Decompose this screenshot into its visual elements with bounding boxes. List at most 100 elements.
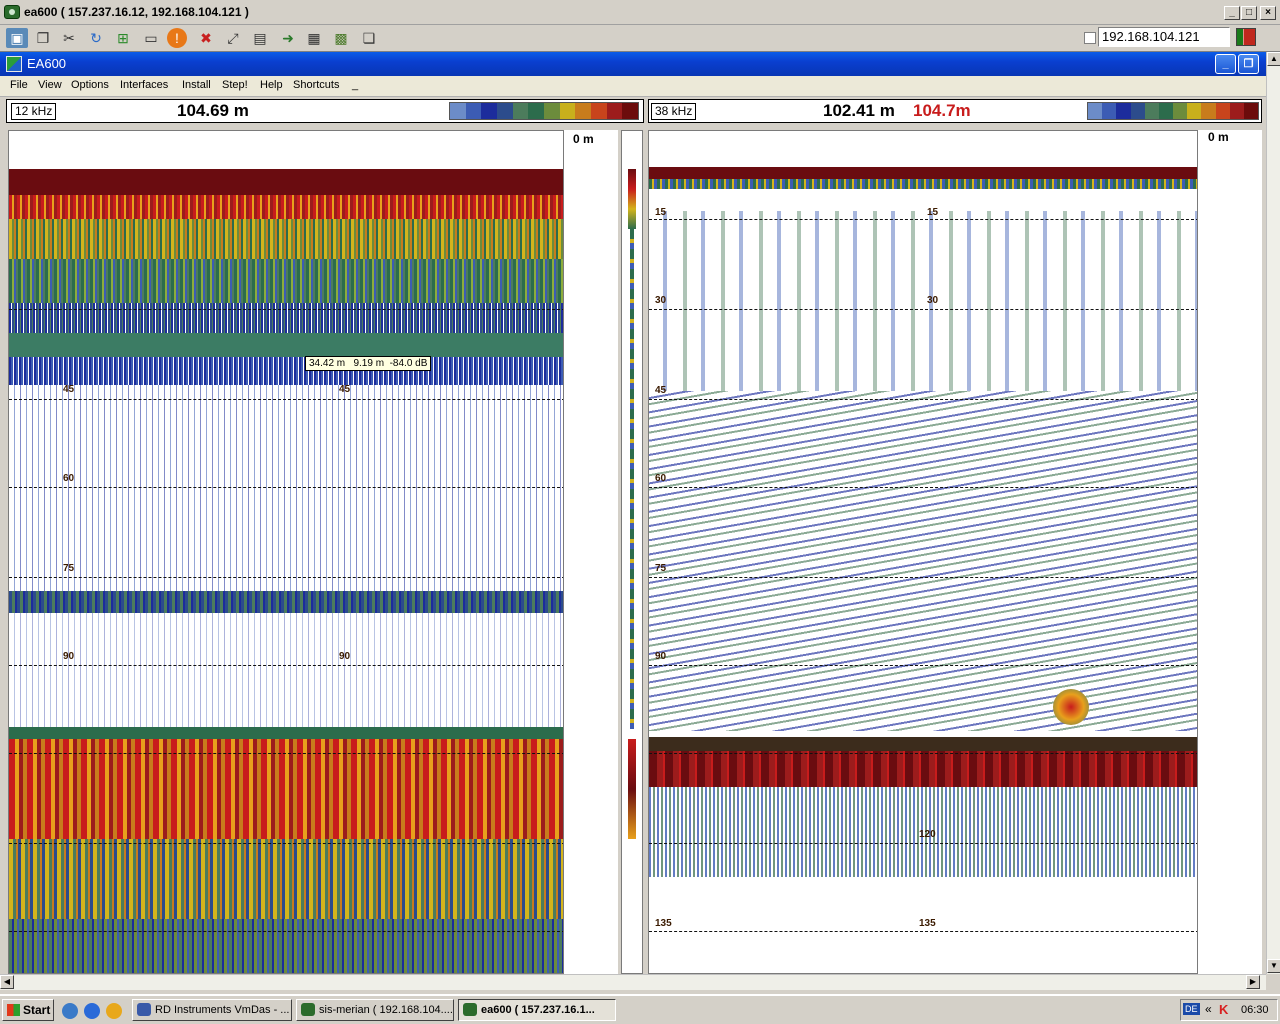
scroll-left-arrow-icon[interactable]: ◀ xyxy=(0,975,14,989)
right-depth-alert: 104.7m xyxy=(913,101,971,120)
monitor-icon[interactable]: ▣ xyxy=(6,28,28,48)
tray-expand-icon[interactable]: « xyxy=(1205,1002,1212,1016)
desktop-icon[interactable] xyxy=(62,1003,78,1019)
language-indicator[interactable]: DE xyxy=(1183,1003,1200,1015)
antivirus-icon[interactable]: K xyxy=(1219,1002,1228,1017)
clock[interactable]: 06:30 xyxy=(1241,1004,1269,1016)
right-grid-label-75: 75 xyxy=(655,563,667,574)
ea600-title-bar: EA600 _ ❐ xyxy=(0,52,1266,76)
right-range-top: 0 m xyxy=(1208,130,1229,144)
left-range-top: 0 m xyxy=(573,132,594,146)
right-grid-label-60: 60 xyxy=(655,473,667,484)
tools-icon[interactable]: ✂ xyxy=(58,28,80,48)
right-grid-label-15b: 15 xyxy=(927,207,939,218)
color-scale-swatch xyxy=(591,103,607,119)
menu-file[interactable]: File xyxy=(10,79,28,91)
start-button[interactable]: Start xyxy=(2,999,54,1021)
color-scale-swatch xyxy=(1173,103,1188,119)
menu-interfaces[interactable]: Interfaces xyxy=(120,79,168,91)
right-grid-label-15: 15 xyxy=(655,207,667,218)
right-grid-label-30: 30 xyxy=(655,295,667,306)
color-scale-swatch xyxy=(1201,103,1216,119)
vertical-scrollbar[interactable]: ▲ ▼ xyxy=(1266,52,1280,974)
menu-shortcuts[interactable]: Shortcuts xyxy=(293,79,339,91)
color-scale-swatch xyxy=(1102,103,1117,119)
left-color-scale[interactable] xyxy=(449,102,639,120)
refresh-icon[interactable]: ↻ xyxy=(85,28,107,48)
scroll-down-arrow-icon[interactable]: ▼ xyxy=(1267,959,1280,973)
task-ea600-label: ea600 ( 157.237.16.1... xyxy=(481,1004,595,1016)
disconnect-icon[interactable]: ✖ xyxy=(195,28,217,48)
task-ea600[interactable]: ea600 ( 157.237.16.1... xyxy=(458,999,616,1021)
right-grid-label-135: 135 xyxy=(655,918,672,929)
left-grid-label-90b: 90 xyxy=(339,651,351,662)
left-frequency-label[interactable]: 12 kHz xyxy=(11,103,57,120)
left-grid-label-45b: 45 xyxy=(339,384,351,395)
horizontal-scrollbar[interactable]: ◀ ▶ xyxy=(0,974,1266,990)
color-scale-swatch xyxy=(1144,103,1159,119)
right-echogram[interactable]: 15 15 30 30 45 60 75 90 120 135 135 xyxy=(648,130,1198,974)
vmdas-icon xyxy=(137,1003,151,1016)
drive-icon[interactable]: ▭ xyxy=(140,28,162,48)
menu-step[interactable]: Step! xyxy=(222,79,248,91)
left-depth-readout: 104.69 m xyxy=(177,101,249,120)
menu-install[interactable]: Install xyxy=(182,79,211,91)
window-icon[interactable]: ❏ xyxy=(358,28,380,48)
windows-icon[interactable]: ⊞ xyxy=(112,28,134,48)
task-vmdas[interactable]: RD Instruments VmDas - ... xyxy=(132,999,292,1021)
sis-merian-icon xyxy=(301,1003,315,1016)
task-sis-merian[interactable]: sis-merian ( 192.168.104.... xyxy=(296,999,454,1021)
right-pane-header: 38 kHz 102.41 m 104.7m xyxy=(648,99,1262,123)
color-scale-swatch xyxy=(512,103,529,119)
fullscreen-icon[interactable]: ⤢ xyxy=(222,28,244,48)
menu-help[interactable]: Help xyxy=(260,79,283,91)
system-tray: DE « K 06:30 xyxy=(1180,999,1278,1021)
taskbar: Start RD Instruments VmDas - ... sis-mer… xyxy=(0,994,1280,1024)
menu-options[interactable]: Options xyxy=(71,79,109,91)
color-scale-swatch xyxy=(1130,103,1145,119)
color-scale-swatch xyxy=(1229,103,1244,119)
minimize-button[interactable]: _ xyxy=(1224,6,1240,20)
menu-extra[interactable]: _ xyxy=(352,79,358,91)
color-scale-swatch xyxy=(622,103,639,119)
color-scale-swatch xyxy=(1158,103,1174,119)
host-address-field[interactable]: 192.168.104.121 xyxy=(1098,27,1230,47)
color-scale-swatch xyxy=(450,103,466,119)
transfer-icon[interactable]: ➜ xyxy=(277,28,299,48)
color-scale-swatch xyxy=(575,103,592,119)
screen-icon[interactable]: ▤ xyxy=(249,28,271,48)
menu-view[interactable]: View xyxy=(38,79,62,91)
right-grid-label-30b: 30 xyxy=(927,295,939,306)
start-label: Start xyxy=(23,1003,51,1017)
ea600-restore-button[interactable]: ❐ xyxy=(1238,54,1259,74)
color-scale-swatch xyxy=(559,103,576,119)
left-range-column: 0 m xyxy=(564,130,618,974)
right-frequency-label[interactable]: 38 kHz xyxy=(651,103,697,120)
host-checkbox[interactable] xyxy=(1084,32,1096,44)
left-echogram[interactable]: 45 45 60 75 90 90 34.42 m 9.19 m -84.0 d… xyxy=(8,130,564,974)
maximize-button[interactable]: □ xyxy=(1241,6,1257,20)
ea600-minimize-button[interactable]: _ xyxy=(1215,54,1236,74)
right-grid-label-90: 90 xyxy=(655,651,667,662)
depth-tooltip: 34.42 m 9.19 m -84.0 dB xyxy=(305,356,432,371)
right-color-scale[interactable] xyxy=(1087,102,1259,120)
history-strip[interactable] xyxy=(621,130,643,974)
settings-icon[interactable]: ▦ xyxy=(303,28,325,48)
copy-icon[interactable]: ❐ xyxy=(32,28,54,48)
scroll-up-arrow-icon[interactable]: ▲ xyxy=(1267,52,1280,66)
stop-icon[interactable]: ! xyxy=(167,28,187,48)
right-grid-label-135b: 135 xyxy=(919,918,936,929)
browser-icon[interactable] xyxy=(84,1003,100,1019)
right-grid-label-120: 120 xyxy=(919,829,936,840)
task-vmdas-label: RD Instruments VmDas - ... xyxy=(155,1004,290,1016)
flag-icon[interactable] xyxy=(1236,28,1256,46)
scroll-right-arrow-icon[interactable]: ▶ xyxy=(1246,975,1260,989)
color-scale-swatch xyxy=(528,103,545,119)
ea600-window-title: EA600 xyxy=(27,56,67,71)
close-button[interactable]: × xyxy=(1260,6,1276,20)
color-scale-swatch xyxy=(1187,103,1202,119)
remote-app-icon xyxy=(4,5,20,19)
screenshot-icon[interactable]: ▩ xyxy=(330,28,352,48)
remote-window-title: ea600 ( 157.237.16.12, 192.168.104.121 ) xyxy=(24,5,249,19)
media-icon[interactable] xyxy=(106,1003,122,1019)
